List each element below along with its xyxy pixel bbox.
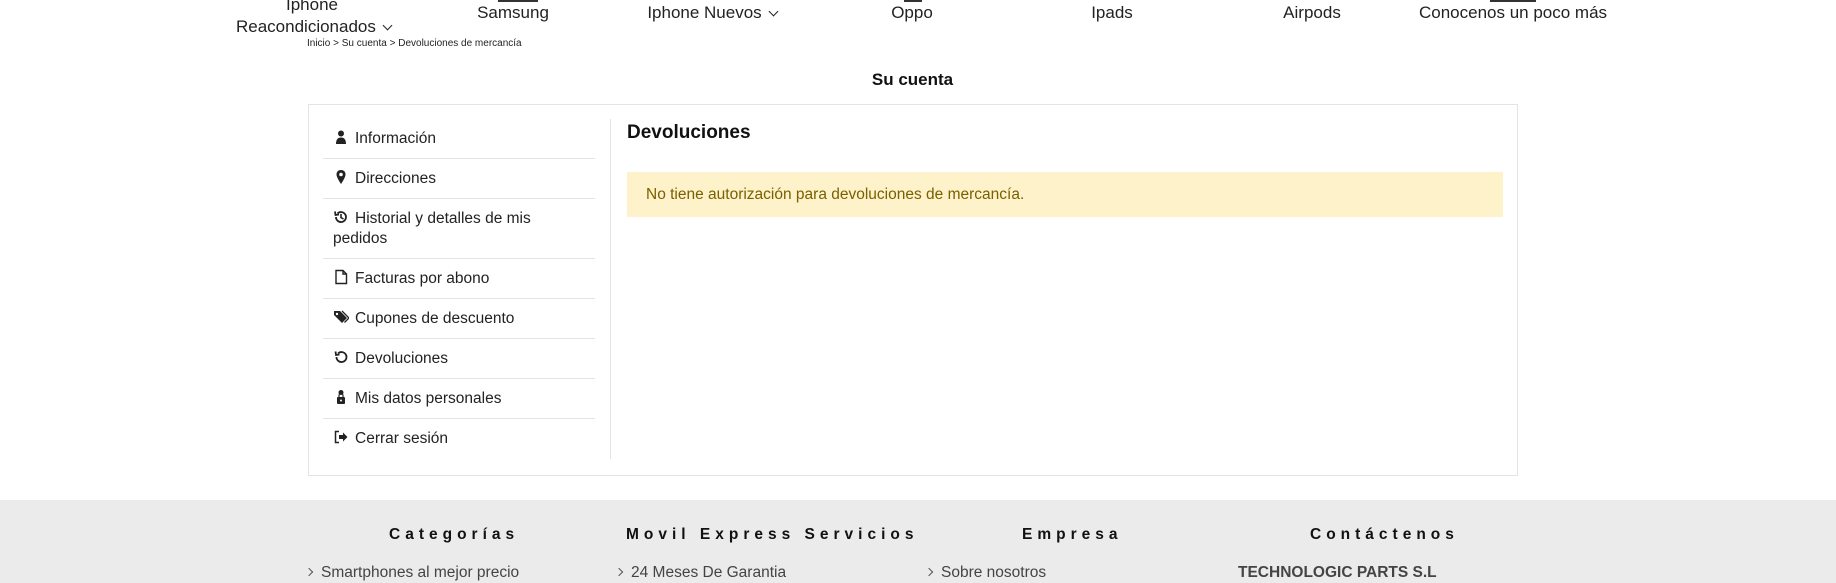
footer-title-categorias: Categorías: [389, 526, 520, 543]
footer-title-servicios: Movil Express Servicios: [626, 526, 919, 543]
account-panel: Información Direcciones Historial y deta…: [308, 104, 1518, 476]
nav-item-oppo[interactable]: Oppo: [870, 4, 954, 22]
undo-icon: [333, 349, 349, 365]
chevron-right-icon: [924, 567, 934, 577]
nav-item-ipads[interactable]: Ipads: [1070, 4, 1154, 22]
footer-company-name: TECHNOLOGIC PARTS S.L: [1238, 564, 1437, 581]
tags-icon: [333, 309, 350, 325]
breadcrumb-separator: >: [389, 38, 396, 49]
nav-item-iphone-reacondicionados[interactable]: Iphone Reacondicionados: [236, 0, 393, 36]
breadcrumb-current: Devoluciones de mercancía: [398, 38, 522, 49]
nav-label: Oppo: [891, 3, 933, 22]
breadcrumb: Inicio > Su cuenta > Devoluciones de mer…: [307, 38, 522, 49]
nav-item-airpods[interactable]: Airpods: [1270, 4, 1354, 22]
sidebar-item-label: Historial y detalles de mis pedidos: [333, 210, 531, 247]
sidebar-item-label: Cupones de descuento: [355, 310, 515, 327]
nav-item-conocenos[interactable]: Conocenos un poco más: [1418, 4, 1608, 22]
footer: Categorías Smartphones al mejor precio M…: [0, 500, 1836, 583]
history-icon: [333, 209, 349, 225]
sidebar-divider: [610, 119, 611, 459]
warning-alert: No tiene autorización para devoluciones …: [627, 172, 1503, 217]
page-title: Su cuenta: [871, 70, 954, 89]
sidebar-item-devoluciones[interactable]: Devoluciones: [323, 339, 595, 379]
main-navigation: Iphone Reacondicionados Samsung Iphone N…: [0, 0, 1836, 40]
sidebar-item-label: Facturas por abono: [355, 270, 490, 287]
sidebar-item-direcciones[interactable]: Direcciones: [323, 159, 595, 199]
nav-label: Airpods: [1283, 3, 1341, 22]
sidebar-item-label: Direcciones: [355, 170, 436, 187]
breadcrumb-separator: >: [333, 38, 339, 49]
info-logo-icon: [1490, 0, 1536, 2]
footer-title-empresa: Empresa: [1022, 526, 1123, 543]
nav-label: Conocenos un poco más: [1418, 3, 1608, 22]
footer-link[interactable]: Smartphones al mejor precio: [304, 564, 520, 582]
sidebar-item-label: Mis datos personales: [355, 390, 502, 407]
account-sidebar: Información Direcciones Historial y deta…: [323, 119, 595, 458]
sidebar-item-cupones[interactable]: Cupones de descuento: [323, 299, 595, 339]
nav-item-iphone-nuevos[interactable]: Iphone Nuevos: [646, 3, 779, 22]
nav-label: Ipads: [1091, 3, 1133, 22]
sidebar-item-label: Cerrar sesión: [355, 430, 449, 447]
samsung-logo-icon: [498, 0, 538, 2]
sidebar-item-historial[interactable]: Historial y detalles de mis pedidos: [323, 199, 595, 259]
nav-item-samsung[interactable]: Samsung: [468, 4, 558, 22]
breadcrumb-account[interactable]: Su cuenta: [342, 38, 387, 49]
sign-out-icon: [333, 429, 349, 445]
sidebar-item-datos-personales[interactable]: Mis datos personales: [323, 379, 595, 419]
footer-link-label: Smartphones al mejor precio: [321, 564, 520, 581]
chevron-right-icon: [304, 567, 314, 577]
footer-title-contactenos: Contáctenos: [1310, 526, 1459, 543]
breadcrumb-home[interactable]: Inicio: [307, 38, 330, 49]
file-icon: [333, 269, 349, 285]
chevron-down-icon: [768, 6, 779, 17]
map-pin-icon: [333, 169, 349, 185]
sidebar-item-informacion[interactable]: Información: [323, 119, 595, 159]
nav-label-line2: Reacondicionados: [236, 17, 376, 36]
chevron-right-icon: [614, 567, 624, 577]
footer-link[interactable]: Sobre nosotros: [924, 564, 1047, 582]
nav-label: Samsung: [477, 3, 549, 22]
sidebar-item-cerrar-sesion[interactable]: Cerrar sesión: [323, 419, 595, 458]
section-heading: Devoluciones: [627, 122, 751, 143]
footer-link-label: Sobre nosotros: [941, 564, 1047, 581]
user-lock-icon: [333, 389, 349, 405]
account-content: Devoluciones No tiene autorización para …: [627, 119, 1503, 217]
nav-label-line1: Iphone: [286, 0, 338, 14]
sidebar-item-label: Información: [355, 130, 436, 147]
user-icon: [333, 129, 349, 145]
sidebar-item-facturas[interactable]: Facturas por abono: [323, 259, 595, 299]
footer-link-label: 24 Meses De Garantia: [631, 564, 787, 581]
oppo-logo-icon: [904, 0, 922, 2]
sidebar-item-label: Devoluciones: [355, 350, 449, 367]
footer-link[interactable]: 24 Meses De Garantia: [614, 564, 787, 582]
nav-label: Iphone Nuevos: [647, 3, 762, 22]
chevron-down-icon: [382, 20, 393, 31]
